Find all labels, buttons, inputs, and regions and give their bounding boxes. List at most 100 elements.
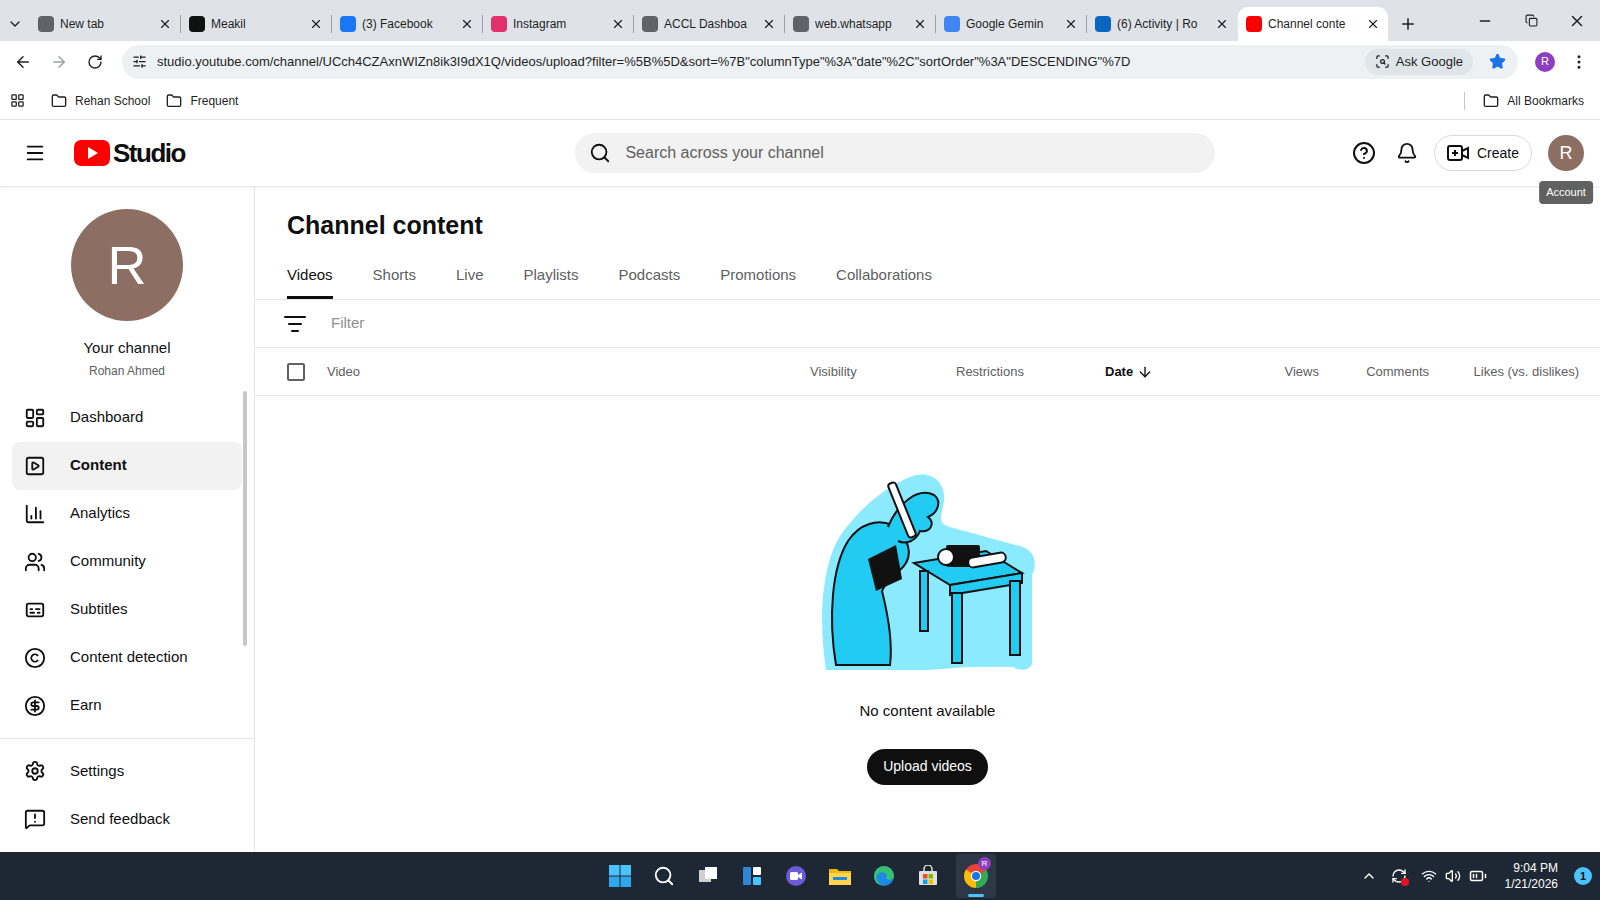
close-icon[interactable] bbox=[1215, 17, 1229, 31]
browser-tab[interactable]: Meakil bbox=[181, 7, 331, 41]
widgets[interactable] bbox=[736, 856, 768, 896]
content-tab[interactable]: Podcasts bbox=[619, 254, 681, 299]
start-button[interactable] bbox=[604, 856, 636, 896]
tray-overflow-icon[interactable] bbox=[1361, 868, 1377, 884]
sidebar-item[interactable]: Content bbox=[12, 442, 242, 490]
browser-tab[interactable]: Channel conte bbox=[1238, 7, 1388, 41]
column-header[interactable]: Video bbox=[327, 362, 810, 382]
close-icon[interactable] bbox=[158, 17, 172, 31]
folder-icon bbox=[828, 865, 852, 887]
active-indicator bbox=[968, 894, 984, 897]
close-icon[interactable] bbox=[611, 17, 625, 31]
sidebar-item[interactable]: Settings bbox=[12, 747, 242, 795]
bell-icon[interactable] bbox=[1396, 142, 1418, 164]
wifi-icon[interactable] bbox=[1421, 868, 1437, 884]
site-settings-icon[interactable] bbox=[132, 54, 147, 69]
favicon-icon bbox=[642, 16, 658, 32]
taskbar-search[interactable] bbox=[648, 856, 680, 896]
content-tab[interactable]: Live bbox=[456, 254, 484, 299]
close-icon[interactable] bbox=[309, 17, 323, 31]
clock[interactable]: 9:04 PM1/21/2026 bbox=[1505, 860, 1558, 892]
create-button[interactable]: Create bbox=[1434, 135, 1532, 171]
edge-browser[interactable] bbox=[868, 856, 900, 896]
tab-label: Google Gemin bbox=[966, 15, 1058, 33]
widgets-icon bbox=[741, 865, 763, 887]
channel-search[interactable]: Search across your channel bbox=[575, 133, 1215, 173]
filter-bar[interactable]: Filter bbox=[255, 300, 1600, 348]
browser-tab[interactable]: Instagram bbox=[483, 7, 633, 41]
channel-title[interactable]: Your channel bbox=[83, 337, 170, 360]
back-button[interactable] bbox=[6, 45, 40, 79]
new-tab-button[interactable] bbox=[1393, 7, 1423, 41]
bookmark-folder[interactable]: Rehan School bbox=[45, 87, 156, 115]
volume-icon[interactable] bbox=[1445, 868, 1461, 884]
browser-tab[interactable]: New tab bbox=[30, 7, 180, 41]
reload-button[interactable] bbox=[78, 45, 112, 79]
browser-tab[interactable]: Google Gemin bbox=[936, 7, 1086, 41]
ask-google-chip[interactable]: Ask Google bbox=[1365, 49, 1473, 75]
tab-search-button[interactable] bbox=[0, 7, 30, 41]
sidebar-item[interactable]: Analytics bbox=[12, 490, 242, 538]
close-icon[interactable] bbox=[1366, 17, 1380, 31]
sidebar-item[interactable]: Subtitles bbox=[12, 586, 242, 634]
video-call-icon bbox=[784, 864, 808, 888]
minimize-button[interactable] bbox=[1462, 0, 1508, 41]
content-tab[interactable]: Playlists bbox=[523, 254, 578, 299]
minimize-icon bbox=[1477, 13, 1493, 29]
bookmark-star-icon[interactable] bbox=[1489, 53, 1506, 70]
hamburger-icon[interactable] bbox=[24, 142, 46, 164]
task-view-icon bbox=[697, 865, 719, 887]
content-tab[interactable]: Shorts bbox=[373, 254, 416, 299]
folder-icon bbox=[166, 93, 182, 109]
close-icon[interactable] bbox=[762, 17, 776, 31]
file-explorer[interactable] bbox=[824, 856, 856, 896]
help-icon[interactable] bbox=[1352, 141, 1376, 165]
column-header[interactable]: Visibility bbox=[810, 362, 956, 382]
content-tab[interactable]: Promotions bbox=[720, 254, 796, 299]
profile-button[interactable]: R bbox=[1528, 45, 1562, 79]
forward-button[interactable] bbox=[42, 45, 76, 79]
close-icon[interactable] bbox=[460, 17, 474, 31]
column-header[interactable]: Likes (vs. dislikes) bbox=[1429, 362, 1579, 382]
chrome-taskbar-button[interactable]: R bbox=[956, 854, 996, 898]
channel-avatar[interactable]: R bbox=[71, 209, 183, 321]
restore-button[interactable] bbox=[1508, 0, 1554, 41]
task-view[interactable] bbox=[692, 856, 724, 896]
browser-tab[interactable]: web.whatsapp bbox=[785, 7, 935, 41]
all-bookmarks[interactable]: All Bookmarks bbox=[1477, 87, 1590, 115]
column-header[interactable]: Date bbox=[1105, 362, 1255, 382]
column-header[interactable]: Comments bbox=[1319, 362, 1429, 382]
battery-icon[interactable] bbox=[1469, 867, 1487, 885]
meet-app[interactable] bbox=[780, 856, 812, 896]
studio-logo[interactable]: Studio bbox=[74, 134, 185, 173]
address-field[interactable]: studio.youtube.com/channel/UCch4CZAxnWIZ… bbox=[122, 45, 1518, 79]
favicon-icon bbox=[944, 16, 960, 32]
column-header[interactable]: Restrictions bbox=[956, 362, 1105, 382]
store[interactable] bbox=[912, 856, 944, 896]
apps-icon[interactable] bbox=[10, 93, 25, 108]
notification-badge[interactable]: 1 bbox=[1574, 867, 1592, 885]
column-header[interactable]: Views bbox=[1255, 362, 1319, 382]
content-tab[interactable]: Collaborations bbox=[836, 254, 932, 299]
menu-button[interactable] bbox=[1564, 45, 1594, 79]
content-tab[interactable]: Videos bbox=[287, 254, 333, 299]
close-icon[interactable] bbox=[913, 17, 927, 31]
bookmarks-bar: Rehan SchoolFrequent All Bookmarks bbox=[0, 82, 1600, 120]
sidebar-item[interactable]: Send feedback bbox=[12, 795, 242, 843]
browser-tab[interactable]: ACCL Dashboa bbox=[634, 7, 784, 41]
upload-videos-button[interactable]: Upload videos bbox=[867, 749, 988, 785]
bookmark-folder[interactable]: Frequent bbox=[160, 87, 244, 115]
account-avatar[interactable]: R bbox=[1548, 135, 1584, 171]
content-icon bbox=[24, 455, 46, 477]
sidebar-item[interactable]: Dashboard bbox=[12, 394, 242, 442]
close-icon[interactable] bbox=[1064, 17, 1078, 31]
browser-tab[interactable]: (3) Facebook bbox=[332, 7, 482, 41]
search-icon bbox=[653, 865, 675, 887]
select-all-checkbox[interactable] bbox=[287, 363, 305, 381]
browser-tab[interactable]: (6) Activity | Ro bbox=[1087, 7, 1237, 41]
close-window-button[interactable] bbox=[1554, 0, 1600, 41]
sidebar-item[interactable]: Community bbox=[12, 538, 242, 586]
tab-label: web.whatsapp bbox=[815, 15, 907, 33]
sidebar-item[interactable]: Earn bbox=[12, 682, 242, 730]
sidebar-item[interactable]: Content detection bbox=[12, 634, 242, 682]
